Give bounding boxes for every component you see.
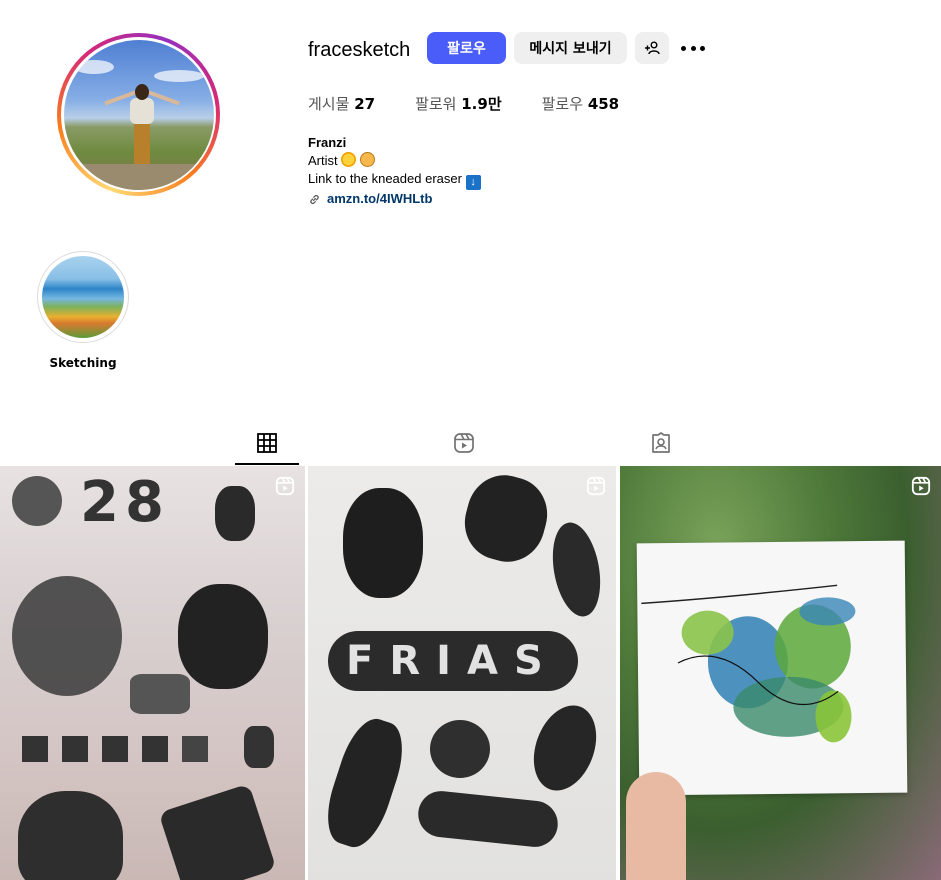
avatar-image [63, 39, 214, 190]
reel-badge-icon [911, 476, 931, 496]
post-tile[interactable]: 28 [0, 466, 305, 880]
post-tile[interactable]: FRIAS [308, 466, 616, 880]
more-icon [681, 45, 686, 51]
profile-bio: Franzi Artist Link to the kneaded eraser… [308, 134, 481, 208]
reels-icon [454, 433, 474, 453]
bio-name: Franzi [308, 135, 347, 150]
active-tab-indicator [235, 463, 299, 465]
suggest-user-button[interactable] [635, 32, 669, 64]
post-tile[interactable] [620, 466, 941, 880]
follow-button[interactable]: 팔로우 [427, 32, 506, 64]
followers-count[interactable]: 팔로워 1.9만 [415, 93, 502, 114]
tab-reels[interactable] [453, 432, 475, 454]
sun-emoji-icon [341, 152, 357, 167]
link-icon [310, 194, 319, 204]
highlight-cover-image [42, 256, 124, 338]
highlight-label: Sketching [49, 356, 117, 370]
reel-badge-icon [586, 476, 606, 496]
profile-username: fracesketch [308, 39, 411, 61]
highlight-sketching[interactable]: Sketching [37, 251, 129, 370]
posts-count: 게시물 27 [308, 95, 376, 113]
post-grid: 28 FRIAS [0, 466, 941, 880]
add-user-icon [645, 41, 660, 55]
bio-line-eraser: Link to the kneaded eraser ↓ [308, 170, 481, 190]
illustration-card [636, 540, 908, 796]
bio-line-artist: Artist [308, 152, 481, 170]
bio-link[interactable]: amzn.to/4IWHLtb [308, 190, 481, 208]
more-options-button[interactable] [681, 38, 705, 58]
message-button[interactable]: 메시지 보내기 [514, 32, 627, 64]
tab-tagged[interactable] [650, 432, 672, 454]
profile-stats: 게시물 27 팔로워 1.9만 팔로우 458 [308, 93, 659, 114]
reel-badge-icon [275, 476, 295, 496]
palette-emoji-icon [359, 152, 375, 167]
grid-icon [257, 433, 277, 453]
hand-thumb [626, 772, 686, 880]
following-count[interactable]: 팔로우 458 [542, 93, 620, 114]
tagged-icon [652, 432, 670, 453]
profile-avatar[interactable] [57, 33, 220, 196]
down-arrow-emoji-icon: ↓ [465, 175, 481, 190]
tab-posts[interactable] [256, 432, 278, 454]
